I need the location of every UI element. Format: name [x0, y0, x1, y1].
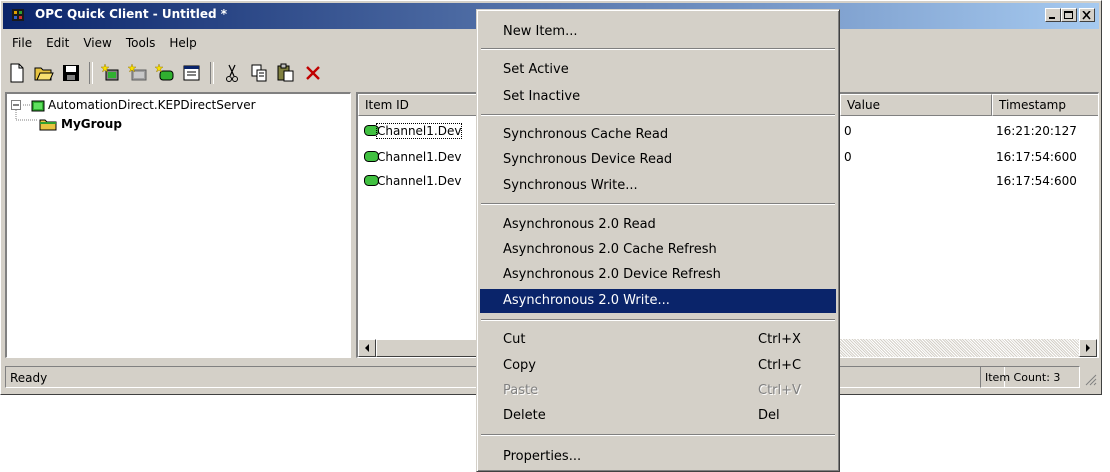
group-folder-icon: [39, 119, 57, 131]
menu-async-write[interactable]: Asynchronous 2.0 Write...: [480, 289, 836, 313]
menu-help[interactable]: Help: [162, 34, 203, 54]
delete-icon: [306, 66, 320, 80]
menu-file[interactable]: File: [5, 34, 39, 54]
menu-async-device-refresh[interactable]: Asynchronous 2.0 Device Refresh: [480, 263, 836, 287]
menu-new-item[interactable]: New Item...: [480, 20, 836, 44]
tree-server-label: AutomationDirect.KEPDirectServer: [48, 98, 256, 112]
menu-properties[interactable]: Properties...: [480, 445, 836, 469]
menu-cut[interactable]: Cut Ctrl+X: [480, 328, 836, 352]
minimize-button[interactable]: [1045, 8, 1061, 22]
maximize-icon: [1064, 11, 1073, 19]
menu-bar: File Edit View Tools Help: [5, 34, 204, 54]
shortcut-copy: Ctrl+C: [758, 358, 802, 373]
menu-async-cache-refresh[interactable]: Asynchronous 2.0 Cache Refresh: [480, 238, 836, 262]
properties-icon: [183, 65, 200, 81]
open-button[interactable]: [32, 61, 56, 85]
new-group-icon: [128, 63, 147, 81]
minimize-icon: [1049, 17, 1055, 19]
open-icon: [34, 67, 54, 81]
new-item-icon: [155, 63, 174, 81]
shortcut-paste: Ctrl+V: [758, 383, 801, 398]
arrow-right-icon: [1086, 344, 1090, 352]
shortcut-delete: Del: [758, 408, 780, 423]
save-icon: [63, 65, 79, 81]
menu-async-read[interactable]: Asynchronous 2.0 Read: [480, 213, 836, 237]
value-cell: 0: [844, 150, 852, 164]
menu-separator: [481, 319, 835, 321]
column-header-value[interactable]: Value: [840, 94, 992, 116]
menu-sync-device-read[interactable]: Synchronous Device Read: [480, 148, 836, 172]
arrow-left-icon: [365, 344, 369, 352]
menu-delete[interactable]: Delete Del: [480, 404, 836, 428]
scroll-right-button[interactable]: [1079, 339, 1097, 357]
copy-button[interactable]: [247, 61, 271, 85]
menu-view[interactable]: View: [76, 34, 118, 54]
menu-sync-write[interactable]: Synchronous Write...: [480, 174, 836, 198]
app-icon: [12, 9, 24, 21]
collapse-icon[interactable]: [11, 99, 22, 111]
shortcut-cut: Ctrl+X: [758, 332, 801, 347]
timestamp-cell: 16:17:54:600: [996, 174, 1077, 188]
copy-icon: [251, 64, 267, 82]
maximize-button[interactable]: [1061, 8, 1077, 22]
context-menu: New Item... Set Active Set Inactive Sync…: [476, 9, 840, 472]
new-server-button[interactable]: [99, 61, 123, 85]
toolbar-separator: [89, 62, 93, 84]
new-server-icon: [101, 63, 119, 81]
item-count: Item Count: 3: [980, 366, 1080, 388]
menu-set-inactive[interactable]: Set Inactive: [480, 85, 836, 109]
new-item-button[interactable]: [153, 61, 177, 85]
close-icon: [1082, 11, 1091, 20]
group-tree[interactable]: AutomationDirect.KEPDirectServer MyGroup: [5, 92, 351, 358]
menu-copy[interactable]: Copy Ctrl+C: [480, 354, 836, 378]
value-cell: 0: [844, 124, 852, 138]
window-title: OPC Quick Client - Untitled *: [35, 7, 228, 21]
menu-set-active[interactable]: Set Active: [480, 58, 836, 82]
paste-button[interactable]: [274, 61, 298, 85]
tree-server-node[interactable]: AutomationDirect.KEPDirectServer: [11, 98, 256, 112]
toolbar-separator: [210, 62, 214, 84]
menu-sync-cache-read[interactable]: Synchronous Cache Read: [480, 123, 836, 147]
timestamp-cell: 16:21:20:127: [996, 124, 1077, 138]
new-group-button[interactable]: [126, 61, 150, 85]
menu-separator: [481, 203, 835, 205]
tree-group-node[interactable]: MyGroup: [39, 117, 122, 131]
timestamp-cell: 16:17:54:600: [996, 150, 1077, 164]
item-id-cell[interactable]: Channel1.Dev: [377, 150, 461, 164]
resize-grip-icon[interactable]: [1083, 372, 1097, 386]
toolbar: [5, 59, 325, 87]
scroll-track[interactable]: [838, 339, 1079, 357]
item-id-cell[interactable]: Channel1.Dev: [375, 123, 463, 139]
close-button[interactable]: [1079, 8, 1095, 22]
tree-group-label: MyGroup: [61, 117, 122, 131]
new-icon: [10, 63, 24, 83]
tree-branch-line: [15, 110, 37, 121]
menu-separator: [481, 48, 835, 50]
column-header-timestamp[interactable]: Timestamp: [992, 94, 1098, 116]
menu-separator: [481, 114, 835, 116]
delete-button[interactable]: [301, 61, 325, 85]
properties-button[interactable]: [180, 61, 204, 85]
scroll-left-button[interactable]: [358, 339, 376, 357]
item-id-cell[interactable]: Channel1.Dev: [377, 174, 461, 188]
menu-tools[interactable]: Tools: [119, 34, 163, 54]
save-button[interactable]: [59, 61, 83, 85]
cut-button[interactable]: [220, 61, 244, 85]
menu-paste: Paste Ctrl+V: [503, 383, 801, 398]
menu-edit[interactable]: Edit: [39, 34, 76, 54]
paste-icon: [277, 63, 294, 82]
new-button[interactable]: [5, 61, 29, 85]
menu-separator: [481, 434, 835, 436]
cut-icon: [226, 64, 238, 82]
